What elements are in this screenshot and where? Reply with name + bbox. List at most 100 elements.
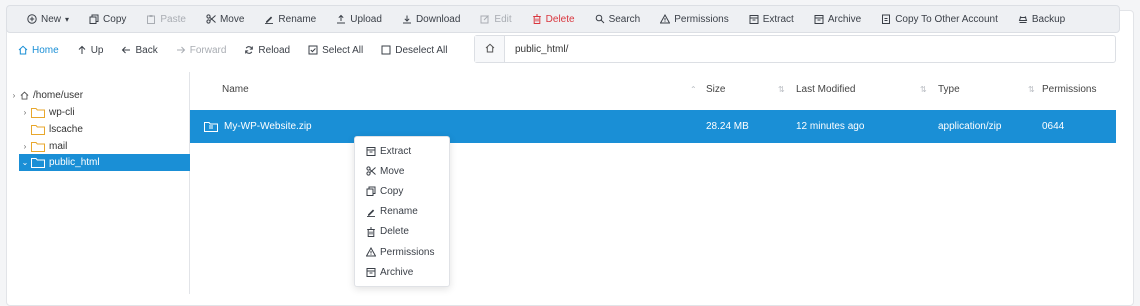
file-modified-cell: 12 minutes ago	[796, 121, 865, 132]
chevron-right-icon: ›	[23, 108, 27, 117]
column-label: Type	[938, 83, 960, 95]
up-label: Up	[90, 44, 104, 56]
folder-icon	[31, 107, 45, 118]
column-header-name[interactable]: Name ⌃	[222, 78, 702, 100]
download-button[interactable]: Download	[392, 5, 470, 33]
reload-button[interactable]: Reload	[238, 38, 296, 62]
backup-label: Backup	[1031, 13, 1066, 25]
context-menu: Extract Move Copy Rename Delete Permissi…	[354, 136, 450, 287]
tree-label: mail	[49, 141, 68, 152]
backup-icon	[1018, 14, 1028, 24]
paste-button[interactable]: Paste	[136, 5, 196, 33]
scissors-icon	[366, 166, 376, 176]
arrow-left-icon	[121, 45, 131, 55]
trash-icon	[366, 227, 376, 237]
up-button[interactable]: Up	[71, 38, 110, 62]
select-all-button[interactable]: Select All	[302, 38, 369, 62]
tree-item-mail[interactable]: › mail	[21, 138, 67, 155]
deselect-all-button[interactable]: Deselect All	[375, 38, 453, 62]
context-item-label: Extract	[380, 145, 412, 157]
tree-label: lscache	[49, 124, 83, 135]
tree-item-public-html[interactable]: ⌄ public_html	[19, 154, 190, 171]
upload-icon	[336, 14, 346, 24]
tree-item-wp-cli[interactable]: › wp-cli	[21, 104, 75, 121]
context-copy[interactable]: Copy	[355, 181, 449, 201]
chevron-right-icon: ›	[12, 91, 16, 100]
chevron-down-icon: ⌄	[21, 158, 29, 167]
scissors-icon	[206, 14, 216, 24]
permissions-button[interactable]: Permissions	[650, 5, 738, 33]
file-permissions-cell: 0644	[1042, 121, 1065, 132]
context-move[interactable]: Move	[355, 161, 449, 181]
tree-item-root[interactable]: › /home/user	[10, 87, 83, 104]
context-item-label: Move	[380, 165, 405, 177]
copy-icon	[89, 14, 99, 24]
edit-icon	[480, 14, 490, 24]
forward-button[interactable]: Forward	[170, 38, 233, 62]
rename-label: Rename	[278, 13, 317, 25]
column-header-permissions[interactable]: Permissions	[1042, 78, 1112, 100]
folder-icon	[31, 157, 45, 168]
extract-button[interactable]: Extract	[739, 5, 804, 33]
trash-icon	[532, 14, 542, 24]
backup-button[interactable]: Backup	[1008, 5, 1075, 33]
sort-icon: ⇅	[920, 84, 927, 94]
new-button[interactable]: New ▾	[17, 5, 79, 33]
column-header-last-modified[interactable]: Last Modified ⇅	[796, 78, 928, 100]
file-size-cell: 28.24 MB	[706, 121, 749, 132]
context-extract[interactable]: Extract	[355, 141, 449, 161]
home-button[interactable]: Home	[12, 38, 65, 62]
file-name-cell: My-WP-Website.zip	[204, 110, 312, 143]
archive-button[interactable]: Archive	[804, 5, 871, 33]
upload-button[interactable]: Upload	[326, 5, 392, 33]
search-label: Search	[608, 13, 641, 25]
context-rename[interactable]: Rename	[355, 202, 449, 222]
paste-icon	[146, 14, 156, 24]
file-name: My-WP-Website.zip	[224, 121, 312, 132]
context-archive[interactable]: Archive	[355, 262, 449, 282]
back-label: Back	[135, 44, 158, 56]
chevron-down-icon: ▾	[65, 14, 70, 24]
delete-button[interactable]: Delete	[522, 5, 585, 33]
search-button[interactable]: Search	[585, 5, 651, 33]
file-list: Name ⌃ Size ⇅ Last Modified ⇅ Type ⇅ Per…	[190, 72, 1116, 294]
forward-label: Forward	[189, 44, 227, 56]
context-permissions[interactable]: Permissions	[355, 242, 449, 262]
tree-label: public_html	[49, 157, 100, 168]
archive-label: Archive	[827, 13, 862, 25]
warning-icon	[660, 14, 671, 24]
path-bar	[474, 35, 1116, 63]
table-row[interactable]: My-WP-Website.zip 28.24 MB 12 minutes ag…	[190, 110, 1116, 143]
path-home-button[interactable]	[475, 36, 505, 62]
back-button[interactable]: Back	[115, 38, 163, 62]
tree-item-lscache[interactable]: lscache	[21, 121, 83, 138]
reload-label: Reload	[258, 44, 291, 56]
context-delete[interactable]: Delete	[355, 222, 449, 242]
path-input[interactable]	[505, 43, 1105, 55]
rename-button[interactable]: Rename	[254, 5, 326, 33]
arrow-up-icon	[77, 45, 87, 55]
extract-label: Extract	[762, 13, 794, 25]
copy-button[interactable]: Copy	[79, 5, 136, 33]
archive-icon	[366, 267, 376, 278]
warning-icon	[366, 247, 376, 257]
copy-to-other-account-button[interactable]: Copy To Other Account	[871, 5, 1008, 33]
archive-icon	[814, 14, 824, 24]
folder-icon	[31, 141, 45, 152]
select-all-label: Select All	[322, 44, 364, 56]
extract-icon	[366, 146, 376, 157]
context-item-label: Delete	[380, 226, 409, 238]
column-label: Size	[706, 83, 726, 95]
chevron-right-icon: ›	[23, 142, 27, 151]
copy-label: Copy	[103, 13, 127, 25]
edit-label: Edit	[494, 13, 512, 25]
search-icon	[595, 14, 605, 24]
upload-label: Upload	[350, 13, 382, 25]
move-button[interactable]: Move	[196, 5, 254, 33]
move-label: Move	[219, 13, 245, 25]
navigation-bar: Home Up Back Forward Reload Select All D…	[6, 36, 476, 64]
edit-button[interactable]: Edit	[470, 5, 521, 33]
column-header-type[interactable]: Type ⇅	[938, 78, 1036, 100]
column-header-size[interactable]: Size ⇅	[706, 78, 786, 100]
folder-icon	[31, 124, 45, 135]
